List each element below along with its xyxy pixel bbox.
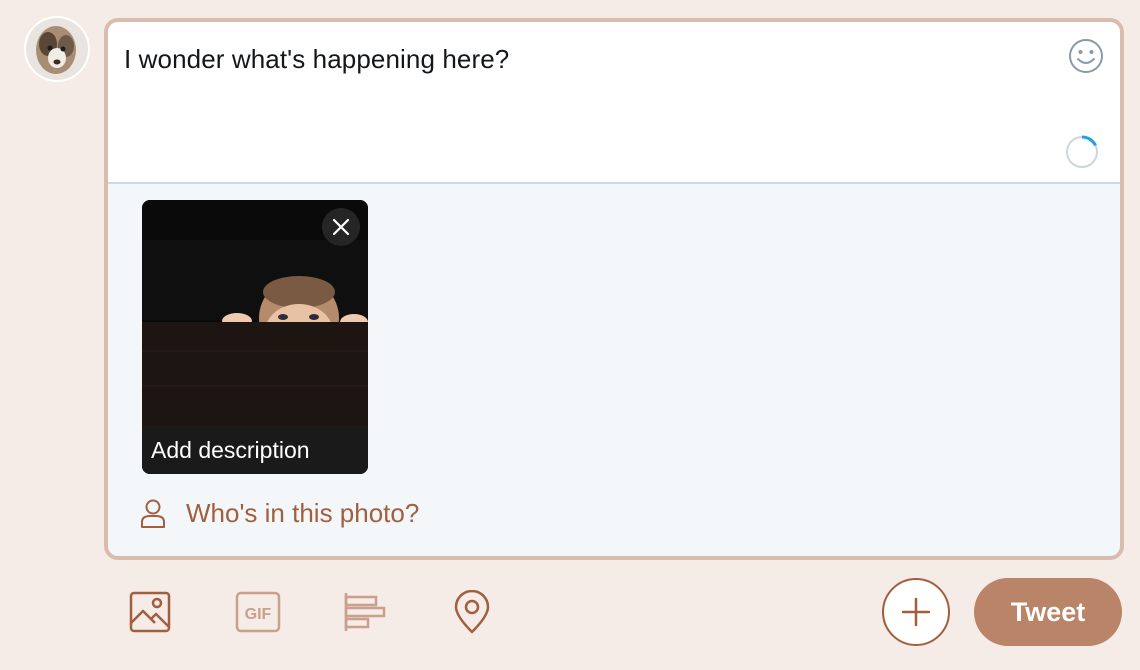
tag-people-button[interactable]: Who's in this photo? [140,498,419,529]
poll-icon[interactable] [340,588,388,636]
media-area: Add description Who's in this photo? [108,184,1120,556]
media-attachment[interactable]: Add description [142,200,368,474]
character-count-ring [1064,134,1100,170]
add-description-button[interactable]: Add description [142,426,368,474]
tweet-text-area[interactable]: I wonder what's happening here? [108,22,1120,184]
add-tweet-button[interactable] [882,578,950,646]
location-pin-icon[interactable] [448,588,496,636]
composer-toolbar: GIF Tweet [104,570,1124,654]
tag-people-label: Who's in this photo? [186,498,420,528]
gif-icon[interactable]: GIF [234,588,282,636]
add-description-label: Add description [151,436,310,463]
person-icon [141,499,165,528]
tweet-text[interactable]: I wonder what's happening here? [124,44,509,75]
composer-box: I wonder what's happening here? Add desc… [104,18,1124,560]
image-icon[interactable] [126,588,174,636]
gif-label: GIF [245,606,272,623]
plus-icon [901,597,931,627]
avatar[interactable] [24,16,90,82]
tweet-button[interactable]: Tweet [974,578,1122,646]
close-icon[interactable] [322,208,360,246]
tweet-composer-app: I wonder what's happening here? Add desc… [0,0,1140,670]
smiley-face-icon[interactable] [1068,38,1104,74]
